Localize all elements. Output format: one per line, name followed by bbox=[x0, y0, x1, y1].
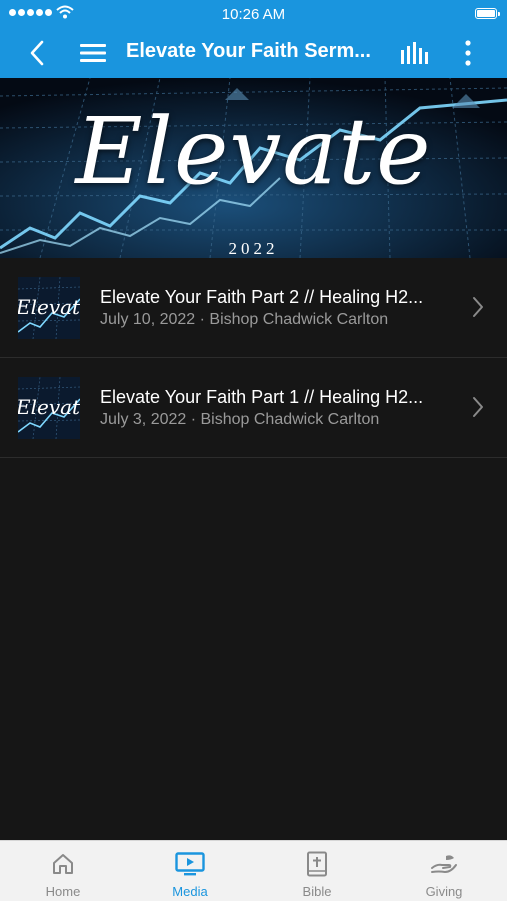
tab-giving[interactable]: Giving bbox=[381, 841, 507, 901]
thumbnail-text: Elevate bbox=[18, 295, 80, 319]
chevron-right-icon bbox=[473, 297, 483, 317]
series-banner: Elevate 2022 bbox=[0, 78, 507, 258]
navigation-bar: Elevate Your Faith Serm... bbox=[0, 28, 507, 78]
sermon-thumbnail: Elevate bbox=[18, 377, 80, 439]
battery-icon bbox=[475, 8, 500, 19]
tab-label: Media bbox=[172, 884, 208, 899]
sermon-list: Elevate Elevate Your Faith Part 2 // Hea… bbox=[0, 258, 507, 458]
chevron-right-icon bbox=[473, 397, 483, 417]
tab-label: Bible bbox=[302, 884, 332, 899]
giving-icon bbox=[431, 855, 457, 874]
status-time: 10:26 AM bbox=[221, 6, 286, 23]
bottom-tab-bar: Home Media Bible Giving bbox=[0, 840, 507, 901]
banner-title: Elevate bbox=[75, 98, 432, 205]
sermon-meta: July 3, 2022 · Bishop Chadwick Carlton bbox=[100, 411, 380, 428]
status-bar: 10:26 AM bbox=[0, 0, 507, 28]
sermon-title: Elevate Your Faith Part 2 // Healing H2.… bbox=[100, 287, 424, 307]
tab-media[interactable]: Media bbox=[127, 841, 253, 901]
thumbnail-text: Elevate bbox=[18, 395, 80, 419]
more-vertical-icon bbox=[465, 40, 471, 66]
bible-icon bbox=[307, 851, 327, 877]
banner-year: 2022 bbox=[228, 239, 279, 258]
media-icon bbox=[175, 852, 205, 876]
tab-home[interactable]: Home bbox=[0, 841, 126, 901]
tab-label: Giving bbox=[425, 884, 463, 899]
page-title: Elevate Your Faith Serm... bbox=[126, 40, 371, 62]
menu-button[interactable] bbox=[77, 38, 109, 68]
back-button[interactable] bbox=[22, 38, 52, 68]
app-header: 10:26 AM Elevate Your Faith Serm... bbox=[0, 0, 507, 78]
tab-label: Home bbox=[45, 884, 81, 899]
audio-player-button[interactable] bbox=[397, 38, 431, 68]
sermon-title: Elevate Your Faith Part 1 // Healing H2.… bbox=[100, 387, 424, 407]
more-options-button[interactable] bbox=[455, 38, 481, 68]
chevron-left-icon bbox=[30, 40, 44, 66]
equalizer-icon bbox=[401, 42, 428, 64]
sermon-thumbnail: Elevate bbox=[18, 277, 80, 339]
hamburger-icon bbox=[80, 44, 106, 62]
sermon-list-item[interactable]: Elevate Elevate Your Faith Part 1 // Hea… bbox=[0, 358, 507, 458]
home-icon bbox=[53, 854, 73, 874]
sermon-list-item[interactable]: Elevate Elevate Your Faith Part 2 // Hea… bbox=[0, 258, 507, 358]
sermon-meta: July 10, 2022 · Bishop Chadwick Carlton bbox=[100, 311, 389, 328]
tab-bible[interactable]: Bible bbox=[254, 841, 380, 901]
